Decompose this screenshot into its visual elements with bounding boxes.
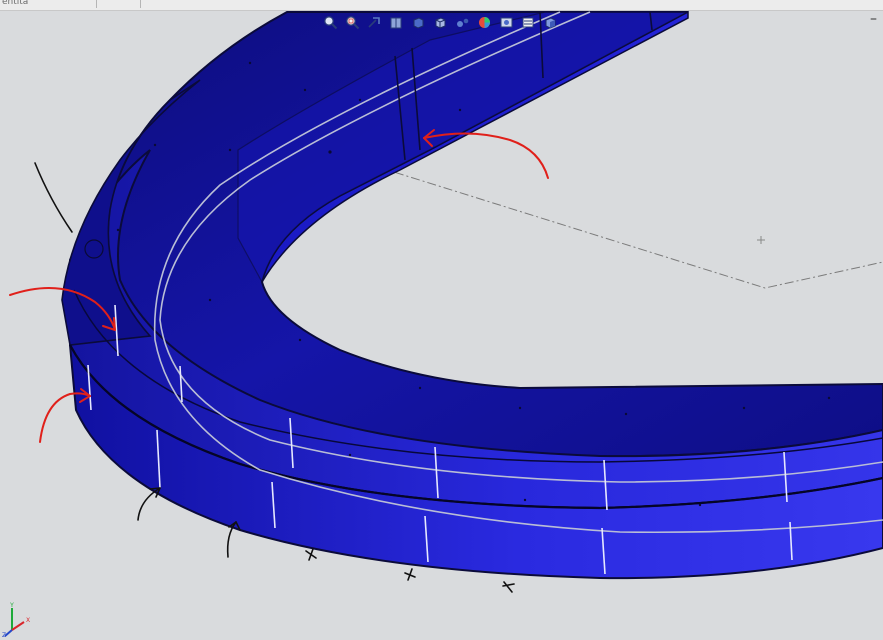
triad-x-axis: [11, 621, 25, 631]
model-scene[interactable]: [0, 0, 883, 640]
hide-show-items-icon[interactable]: [454, 14, 471, 31]
display-style-icon[interactable]: [432, 14, 449, 31]
zoom-to-fit-icon[interactable]: [322, 14, 339, 31]
apply-scene-icon[interactable]: [498, 14, 515, 31]
section-view-icon[interactable]: [388, 14, 405, 31]
minimize-button[interactable]: –: [870, 12, 877, 26]
triad-z-label: Z: [2, 632, 6, 638]
view-orientation-icon[interactable]: [410, 14, 427, 31]
previous-view-icon[interactable]: [366, 14, 383, 31]
sketch-origin-point: [757, 236, 765, 244]
triad-y-label: Y: [9, 602, 14, 609]
coordinate-triad: Y X Z: [2, 602, 30, 638]
heads-up-view-toolbar: [322, 12, 559, 32]
sketch-centerline: [329, 151, 883, 289]
graphics-viewport[interactable]: entita – Y X Z: [0, 0, 883, 640]
edit-appearance-icon[interactable]: [476, 14, 493, 31]
triad-x-label: X: [26, 617, 30, 624]
view-settings-icon[interactable]: [520, 14, 537, 31]
zoom-to-area-icon[interactable]: [344, 14, 361, 31]
display-pane-icon[interactable]: [542, 14, 559, 31]
